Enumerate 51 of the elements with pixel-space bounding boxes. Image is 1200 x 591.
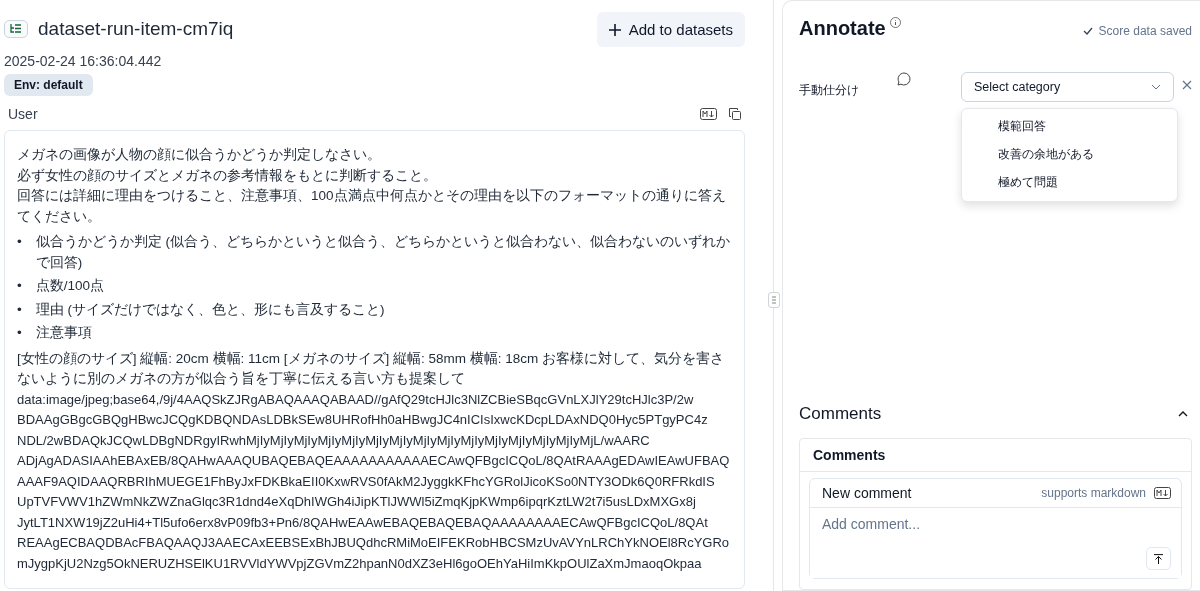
- add-to-datasets-button[interactable]: Add to datasets: [596, 12, 745, 47]
- base64-line: BDAAgGBgcGBQgHBwcJCQgKDBQNDAsLDBkSEw8UHRofHh0aHBwgJC4nICIsIxwcKDcpLDAxNDQ0Hyc5PTgyPC4z: [17, 411, 708, 429]
- chevron-up-icon[interactable]: [1178, 411, 1188, 417]
- message-paragraph: メガネの画像が人物の顔に似合うかどうか判定しなさい。: [17, 146, 382, 164]
- markdown-hint: supports markdown: [1041, 486, 1146, 500]
- chevron-down-icon: [1151, 84, 1161, 90]
- info-icon[interactable]: [889, 17, 901, 28]
- score-label: 手動仕分け: [799, 82, 860, 99]
- bullet-item: 点数/100点: [35, 277, 104, 295]
- category-option[interactable]: 模範回答: [962, 113, 1177, 141]
- category-select[interactable]: Select category: [961, 72, 1174, 102]
- bullet-item: 似合うかどうか判定 (似合う、どちらかというと似合う、どちらかというと似合わない、似合わないのいずれかで回答): [35, 233, 731, 272]
- base64-line: data:image/jpeg;base64,/9j/4AAQSkZJRgABAQAAAQABAAD//gAfQ29tcHJlc3NlZCBieSBqcGVnLXJlY29tcHJlc3P/2w: [17, 390, 694, 409]
- base64-line: ADjAgADASIAAhEBAxEB/8QAHwAAAQUBAQEBAQEAAAAAAAAAAAECAwQFBgcICQoL/8QAtRAAAgEDAwIEAwUFBAQ: [17, 452, 730, 470]
- base64-line: mJygpKjU2Nzg5OkNERUZHSElKU1RVVldYWVpjZGVmZ2hpanN0dXZ3eHl6goOEhYaHiImKkpOUlZaXmJmaoqOkpaa: [17, 554, 702, 573]
- bullet-marker: •: [17, 233, 22, 251]
- message-paragraph: 必ず女性の顔のサイズとメガネの参考情報をもとに判断すること。: [17, 166, 438, 185]
- bullet-marker: •: [17, 324, 22, 342]
- comment-icon[interactable]: [897, 72, 911, 86]
- bullet-item: 注意事項: [35, 324, 92, 342]
- bullet-marker: •: [17, 300, 22, 319]
- item-title: dataset-run-item-cm7iq: [38, 17, 234, 40]
- base64-line: REAAgECBAQDBAcFBAQAAQJ3AAECAxEEBSExBhJBUQdhcRMiMoEIFEKRobHBCSMzUvAVYnLRChYkNOEl8RcYGRo: [17, 534, 730, 552]
- copy-icon[interactable]: [729, 108, 741, 120]
- message-paragraph: [女性の顔のサイズ] 縦幅: 20cm 横幅: 11cm [メガネのサイズ] 縦幅: 58mm 横幅: 18cm お客様に対して、気分を害さないように別のメガネの方が似合う旨を丁寧に伝える言い方も提案して: [17, 349, 726, 388]
- base64-line: AAAF9AQIDAAQRBRIhMUEGE1FhByJxFDKBkaEII0KxwRVS0fAkM2JyggkKFhcYGRolJicoKSo0NTY3ODk6Q0RFRkdIS: [17, 472, 715, 491]
- bullet-marker: •: [17, 277, 22, 295]
- check-icon: [1082, 27, 1093, 35]
- environment-badge: Env: default: [4, 74, 93, 96]
- resize-handle[interactable]: [768, 292, 780, 308]
- base64-line: JytLT1NXW19jZ2uHi4+Tl5ufo6erx8vP09fb3+Pn6/8QAHwEAAwEBAQEBAQEBAQAAAAAAAAECAwQFBgcICQoL/8QAt: [17, 513, 708, 532]
- arrow-up-icon: [1154, 553, 1163, 564]
- role-label: User: [8, 106, 38, 122]
- markdown-icon: [700, 108, 717, 120]
- new-comment-title: New comment: [822, 485, 912, 501]
- close-icon[interactable]: [1182, 80, 1192, 90]
- base64-line: NDL/2wBDAQkJCQwLDBgNDRgyIRwhMjIyMjIyMjIyMjIyMjIyMjIyMjIyMjIyMjIyMjIyMjIyMjIyMjIyMjIyMjL/wAARC: [17, 431, 650, 450]
- save-status: Score data saved: [1098, 24, 1192, 38]
- timestamp: 2025-02-24 16:36:04.442: [4, 53, 163, 69]
- list-icon: [4, 19, 28, 38]
- annotate-title: Annotate: [799, 17, 886, 40]
- comments-box-title: Comments: [800, 439, 1191, 472]
- bullet-item: 理由 (サイズだけではなく、色と、形にも言及すること): [35, 300, 385, 319]
- message-paragraph: 回答には詳細に理由をつけること、注意事項、100点満点中何点かとその理由を以下のフォーマットの通りに答えてください。: [17, 187, 727, 226]
- category-option[interactable]: 極めて問題: [962, 169, 1177, 197]
- plus-icon: [608, 23, 621, 36]
- markdown-icon: [1154, 487, 1171, 499]
- submit-button[interactable]: [1146, 547, 1171, 570]
- comments-heading: Comments: [799, 404, 882, 424]
- category-option[interactable]: 改善の余地がある: [962, 141, 1177, 169]
- base64-line: UpTVFVWV1hZWmNkZWZnaGlqc3R1dnd4eXqDhIWGh4iJipKTlJWWl5iZmqKjpKWmp6ipqrKztLW2t7i5usLDxMXGx8j: [17, 493, 696, 511]
